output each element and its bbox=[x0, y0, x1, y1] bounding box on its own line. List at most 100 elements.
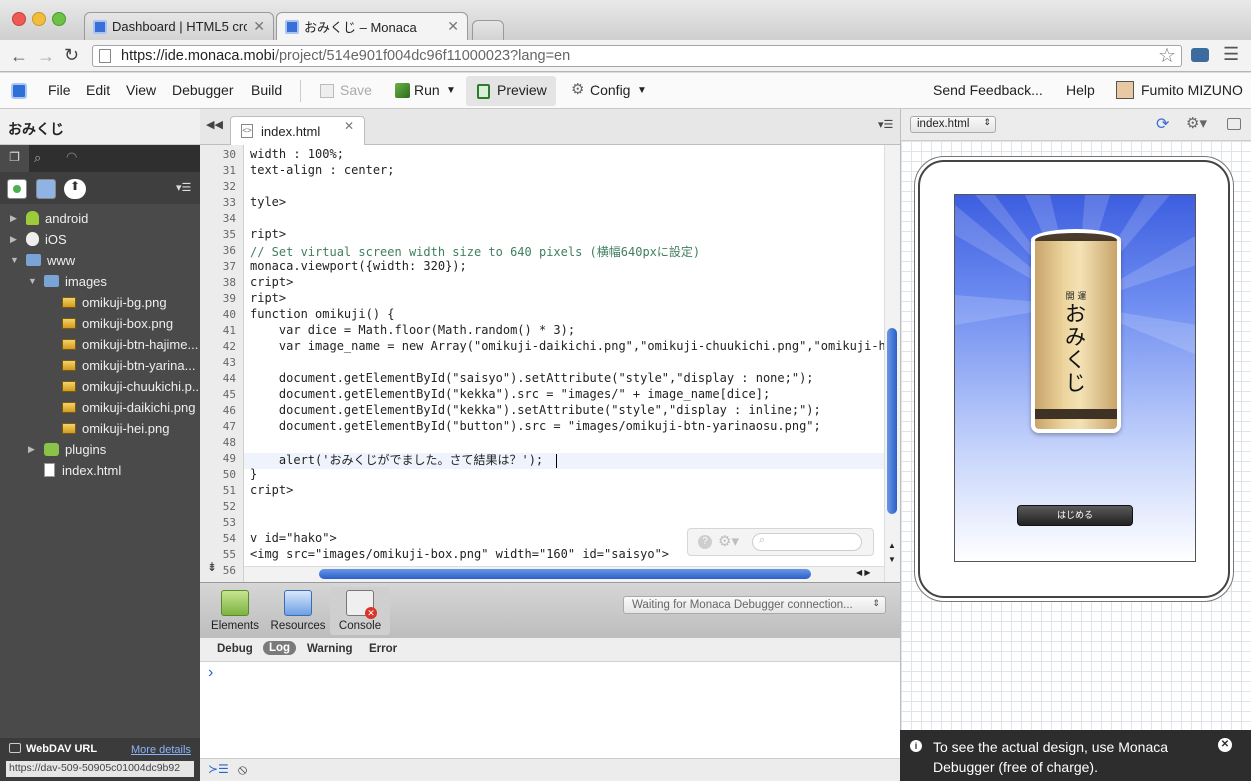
menu-file[interactable]: File bbox=[48, 82, 71, 98]
new-folder-icon[interactable] bbox=[36, 179, 56, 199]
file-tree-item[interactable]: omikuji-hei.png bbox=[46, 418, 169, 438]
start-button[interactable]: はじめる bbox=[1017, 505, 1133, 526]
scroll-left-icon[interactable]: ◀ ▶ bbox=[856, 568, 871, 577]
preview-file-select[interactable]: index.html ⇕ bbox=[910, 116, 996, 133]
close-info-icon[interactable]: ✕ bbox=[1218, 738, 1232, 752]
user-name[interactable]: Fumito MIZUNO bbox=[1141, 82, 1243, 98]
network-tab-icon[interactable]: ◠ bbox=[66, 149, 77, 165]
browser-tab-omikuji[interactable]: おみくじ – Monaca ✕ bbox=[276, 12, 468, 40]
back-arrow-icon[interactable]: ← bbox=[10, 46, 28, 67]
log-tab-warning[interactable]: Warning bbox=[307, 643, 353, 655]
run-dropdown-icon[interactable]: ▼ bbox=[446, 85, 456, 96]
browser-tab-dashboard[interactable]: Dashboard | HTML5 cross- ✕ bbox=[84, 12, 274, 40]
close-window-button[interactable] bbox=[12, 12, 26, 26]
file-toolbar: ⬆ ▾☰ bbox=[0, 172, 200, 204]
minimize-window-button[interactable] bbox=[32, 12, 46, 26]
file-tree-item[interactable]: omikuji-bg.png bbox=[46, 292, 167, 312]
forward-arrow-icon[interactable]: → bbox=[37, 46, 55, 67]
log-tab-debug[interactable]: Debug bbox=[217, 643, 253, 655]
image-file-icon bbox=[62, 401, 76, 413]
preview-button[interactable]: Preview bbox=[497, 82, 547, 98]
file-tree-item[interactable]: ▼ images bbox=[28, 271, 107, 291]
file-tree-item[interactable]: omikuji-daikichi.png bbox=[46, 397, 195, 417]
tab-close-icon[interactable]: ✕ bbox=[247, 18, 265, 35]
horizontal-scroll-thumb[interactable] bbox=[319, 569, 811, 579]
fold-all-icon[interactable]: ⇟ bbox=[207, 560, 217, 574]
scroll-up-icon[interactable]: ▲ bbox=[888, 541, 896, 550]
run-button[interactable]: Run bbox=[414, 82, 440, 98]
editor-tab-index[interactable]: <> index.html ✕ bbox=[230, 116, 365, 145]
file-tree-item[interactable]: index.html bbox=[28, 460, 121, 480]
bookmark-star-icon[interactable]: ☆ bbox=[1158, 43, 1176, 68]
expand-toggle-icon[interactable]: ▶ bbox=[10, 213, 20, 224]
preview-settings-gear-icon[interactable]: ⚙▾ bbox=[1186, 114, 1207, 132]
help-link[interactable]: Help bbox=[1066, 82, 1095, 98]
collapse-sidebar-icon[interactable]: ◀◀ bbox=[206, 118, 223, 131]
expand-toggle-icon[interactable]: ▼ bbox=[28, 276, 38, 286]
scroll-down-icon[interactable]: ▼ bbox=[888, 555, 896, 564]
tab-close-icon[interactable]: ✕ bbox=[441, 18, 459, 35]
file-tree-item[interactable]: omikuji-btn-yarina... bbox=[46, 355, 195, 375]
info-icon: i bbox=[910, 740, 922, 752]
line-number: 30 bbox=[222, 148, 236, 161]
file-tree-item[interactable]: omikuji-box.png bbox=[46, 313, 173, 333]
reload-icon[interactable]: ↻ bbox=[64, 45, 79, 66]
file-tree-item[interactable]: ▶ iOS bbox=[10, 229, 67, 249]
code-line: var dice = Math.floor(Math.random() * 3)… bbox=[250, 323, 576, 337]
file-tree-item[interactable]: omikuji-chuukichi.p... bbox=[46, 376, 203, 396]
tab-title: おみくじ – Monaca bbox=[304, 20, 417, 35]
file-options-icon[interactable]: ▾☰ bbox=[176, 181, 191, 194]
menu-view[interactable]: View bbox=[126, 82, 156, 98]
vertical-scroll-thumb[interactable] bbox=[887, 328, 897, 514]
editor-tabs-menu-icon[interactable]: ▾☰ bbox=[878, 118, 893, 131]
preview-window-icon[interactable] bbox=[1227, 118, 1241, 130]
user-avatar[interactable] bbox=[1116, 81, 1134, 99]
debugger-status-select[interactable]: Waiting for Monaca Debugger connection..… bbox=[623, 596, 886, 614]
upload-icon[interactable]: ⬆ bbox=[64, 179, 86, 199]
more-details-link[interactable]: More details bbox=[131, 744, 191, 756]
find-input[interactable]: ⌕ bbox=[752, 533, 862, 551]
files-tab-icon[interactable]: ❐ bbox=[0, 145, 29, 172]
console-output[interactable]: › bbox=[200, 662, 900, 758]
editor-vertical-scrollbar[interactable]: ▲ ▼ bbox=[884, 145, 900, 582]
menu-edit[interactable]: Edit bbox=[86, 82, 110, 98]
help-icon[interactable]: ? bbox=[698, 535, 712, 549]
zoom-window-button[interactable] bbox=[52, 12, 66, 26]
search-tab-icon[interactable]: ⌕ bbox=[34, 150, 41, 166]
editor-tab-close-icon[interactable]: ✕ bbox=[344, 119, 354, 133]
address-bar[interactable]: https://ide.monaca.mobi/project/514e901f… bbox=[92, 45, 1182, 67]
resources-tool-button[interactable]: Resources bbox=[268, 590, 328, 632]
webdav-url-field[interactable]: https://dav-509-50905c01004dc9b92 bbox=[6, 761, 194, 777]
code-line: cript> bbox=[250, 275, 294, 289]
save-button[interactable]: Save bbox=[340, 82, 372, 98]
file-tree-item[interactable]: omikuji-btn-hajime... bbox=[46, 334, 198, 354]
line-number: 32 bbox=[222, 180, 236, 193]
code-editor[interactable] bbox=[244, 145, 884, 582]
menu-debugger[interactable]: Debugger bbox=[172, 82, 234, 98]
monaca-logo-icon[interactable] bbox=[11, 83, 27, 99]
menu-build[interactable]: Build bbox=[251, 82, 282, 98]
clear-console-icon[interactable]: ⦸ bbox=[238, 761, 247, 778]
expand-toggle-icon[interactable]: ▼ bbox=[10, 255, 20, 265]
new-file-icon[interactable] bbox=[7, 179, 27, 199]
log-tab-error[interactable]: Error bbox=[369, 643, 397, 655]
file-tree-item[interactable]: ▼ www bbox=[10, 250, 75, 270]
expand-toggle-icon[interactable]: ▶ bbox=[10, 234, 20, 245]
elements-tool-button[interactable]: Elements bbox=[205, 590, 265, 632]
new-tab-button[interactable] bbox=[472, 20, 504, 40]
file-tree-label: omikuji-daikichi.png bbox=[82, 399, 196, 415]
browser-menu-icon[interactable]: ☰ bbox=[1223, 44, 1239, 65]
editor-horizontal-scrollbar[interactable]: ◀ ▶ bbox=[244, 566, 884, 582]
config-dropdown-icon[interactable]: ▼ bbox=[637, 85, 647, 96]
log-tab-log[interactable]: Log bbox=[263, 641, 297, 655]
send-feedback-link[interactable]: Send Feedback... bbox=[933, 82, 1043, 98]
console-tool-button[interactable]: ✕ Console bbox=[330, 587, 390, 635]
console-drawer-icon[interactable]: ≻☰ bbox=[208, 762, 229, 776]
camera-extension-icon[interactable] bbox=[1191, 48, 1209, 62]
find-settings-gear-icon[interactable]: ⚙▾ bbox=[718, 532, 739, 550]
expand-toggle-icon[interactable]: ▶ bbox=[28, 444, 38, 455]
file-tree-item[interactable]: ▶ plugins bbox=[28, 439, 106, 459]
file-tree-item[interactable]: ▶ android bbox=[10, 208, 88, 228]
config-button[interactable]: Config bbox=[590, 82, 630, 98]
refresh-preview-icon[interactable]: ⟳ bbox=[1156, 114, 1169, 134]
